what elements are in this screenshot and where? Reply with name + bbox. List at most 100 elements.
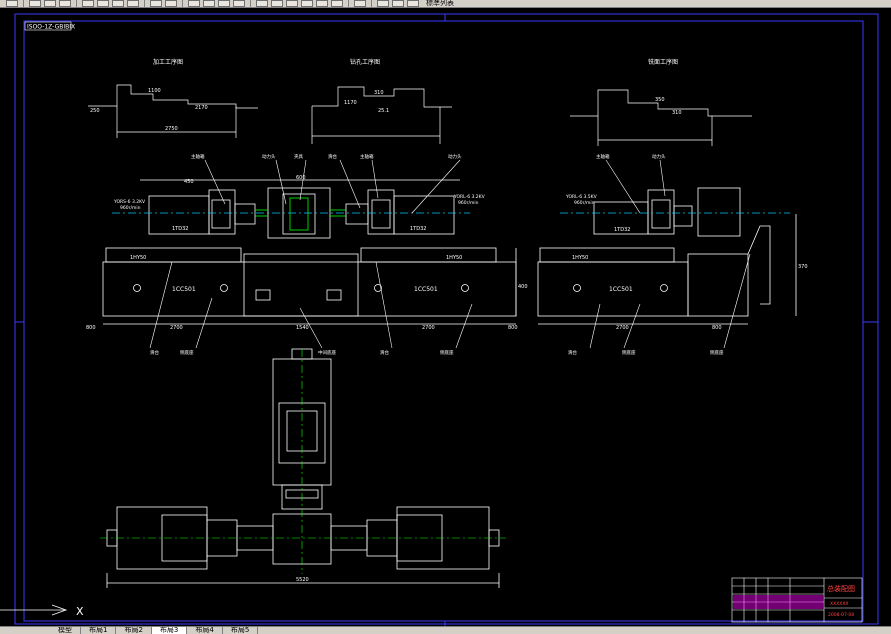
zoom-window-icon[interactable]	[218, 0, 230, 7]
cut-icon[interactable]	[82, 0, 94, 7]
dim-label: 600	[296, 175, 306, 181]
markup-icon[interactable]	[316, 0, 328, 7]
tab-model[interactable]: 模型	[50, 627, 81, 634]
base-side-label: 1CC501	[609, 286, 633, 293]
slide-left-label: 1HY50	[130, 255, 146, 261]
tab-layout2[interactable]: 布局2	[116, 627, 152, 634]
callout-label: 滑台	[568, 349, 577, 356]
dim-label: 1170	[344, 100, 357, 106]
callout-label: 滑台	[380, 349, 389, 356]
dim-label: 370	[798, 264, 808, 270]
dim-label: 1540	[296, 325, 309, 331]
help-icon[interactable]	[354, 0, 366, 7]
layer-dropdown[interactable]: 標準列表	[426, 0, 454, 7]
paste-icon[interactable]	[112, 0, 124, 7]
motor-side-label: YORL-6 3.5KV	[565, 194, 598, 200]
properties-icon[interactable]	[256, 0, 268, 7]
slide-right-label: 1HY50	[446, 255, 462, 261]
sheet-set-icon[interactable]	[301, 0, 313, 7]
base-right-label: 1CC501	[414, 286, 438, 293]
company-name: XXXXXX	[830, 601, 849, 607]
sheet-outer-border	[14, 13, 879, 625]
dim-label: 310	[672, 110, 682, 116]
ucs-x-label: X	[76, 605, 84, 618]
save-icon[interactable]	[6, 0, 18, 7]
redo-icon[interactable]	[165, 0, 177, 7]
drawing-canvas[interactable]: ISOO-1Z-GBIBIX 加工工序图 250 1100 2170 2750 …	[0, 8, 891, 626]
dim-label: 2700	[170, 325, 183, 331]
front-elevation	[102, 179, 517, 325]
dim-label: 450	[184, 179, 194, 185]
zoom-previous-icon[interactable]	[233, 0, 245, 7]
callout-label: 主轴箱	[360, 153, 374, 160]
section-title-2: 钻孔工序图	[350, 58, 380, 66]
calculator-icon[interactable]	[331, 0, 343, 7]
head-right-label: 1TD32	[410, 226, 426, 232]
dim-label: 800	[86, 325, 96, 331]
motor-side-speed: 960r/min	[574, 200, 595, 206]
callout-label: 动力头	[652, 153, 666, 160]
callout-label: 侧底座	[622, 349, 636, 356]
dim-label: 310	[374, 90, 384, 96]
callout-label: 侧底座	[710, 349, 724, 356]
motor-left-label: YORS-6 3.2KV	[113, 199, 146, 205]
layout-tabs: 模型 布局1 布局2 布局3 布局4 布局5	[0, 626, 891, 634]
tab-layout5[interactable]: 布局5	[223, 627, 259, 634]
sheet-code: ISOO-1Z-GBIBIX	[27, 24, 75, 31]
motor-left-speed: 960r/min	[120, 205, 141, 211]
undo-icon[interactable]	[150, 0, 162, 7]
toolbar-separator	[76, 0, 77, 7]
ucs-icon	[0, 604, 68, 616]
dim-label: 800	[712, 325, 722, 331]
match-properties-icon[interactable]	[127, 0, 139, 7]
callout-label: 滑台	[150, 349, 159, 356]
head-left-label: 1TD32	[172, 226, 188, 232]
dim-label: 350	[655, 97, 665, 103]
layer-state-icon[interactable]	[392, 0, 404, 7]
dim-label: 2700	[616, 325, 629, 331]
toolbar-separator	[348, 0, 349, 7]
dim-label: 25.1	[378, 108, 389, 114]
callout-label: 主轴箱	[596, 153, 610, 160]
dim-label: 800	[508, 325, 518, 331]
drawing-date: 2008-07-08	[828, 612, 854, 618]
callout-label: 动力头	[262, 153, 276, 160]
top-toolbar: 標準列表	[0, 0, 891, 8]
callout-label: 侧底座	[180, 349, 194, 356]
motor-right-label: YORL-6 3.2KV	[453, 194, 486, 200]
layer-light-icon[interactable]	[407, 0, 419, 7]
zoom-realtime-icon[interactable]	[203, 0, 215, 7]
plan-view	[106, 348, 500, 588]
tab-layout3[interactable]: 布局3	[151, 627, 188, 634]
head-side-label: 1TD32	[614, 227, 630, 233]
callout-label: 滑台	[328, 153, 337, 160]
dim-label: 250	[90, 108, 100, 114]
layer-manager-icon[interactable]	[377, 0, 389, 7]
callout-label: 夹具	[294, 153, 303, 160]
toolbar-separator	[182, 0, 183, 7]
plot-preview-icon[interactable]	[59, 0, 71, 7]
toolbar-separator	[144, 0, 145, 7]
design-center-icon[interactable]	[271, 0, 283, 7]
side-elevation	[537, 187, 797, 325]
sheet-inner-border	[23, 20, 864, 622]
callout-label: 中间底座	[318, 349, 336, 356]
dim-label: 5520	[296, 577, 309, 583]
dim-label: 1100	[148, 88, 161, 94]
slide-side-label: 1HY50	[572, 255, 588, 261]
tab-layout1[interactable]: 布局1	[81, 627, 117, 634]
print-icon[interactable]	[44, 0, 56, 7]
title-block-highlight	[733, 595, 823, 609]
tool-palettes-icon[interactable]	[286, 0, 298, 7]
callout-label: 动力头	[448, 153, 462, 160]
motor-right-speed: 960r/min	[458, 200, 479, 206]
dim-label: 400	[518, 284, 528, 290]
callout-label: 侧底座	[440, 349, 454, 356]
open-icon[interactable]	[29, 0, 41, 7]
section-title-1: 加工工序图	[153, 58, 183, 66]
pan-icon[interactable]	[188, 0, 200, 7]
copy-icon[interactable]	[97, 0, 109, 7]
dim-label: 2750	[165, 126, 178, 132]
toolbar-separator	[23, 0, 24, 7]
tab-layout4[interactable]: 布局4	[187, 627, 223, 634]
